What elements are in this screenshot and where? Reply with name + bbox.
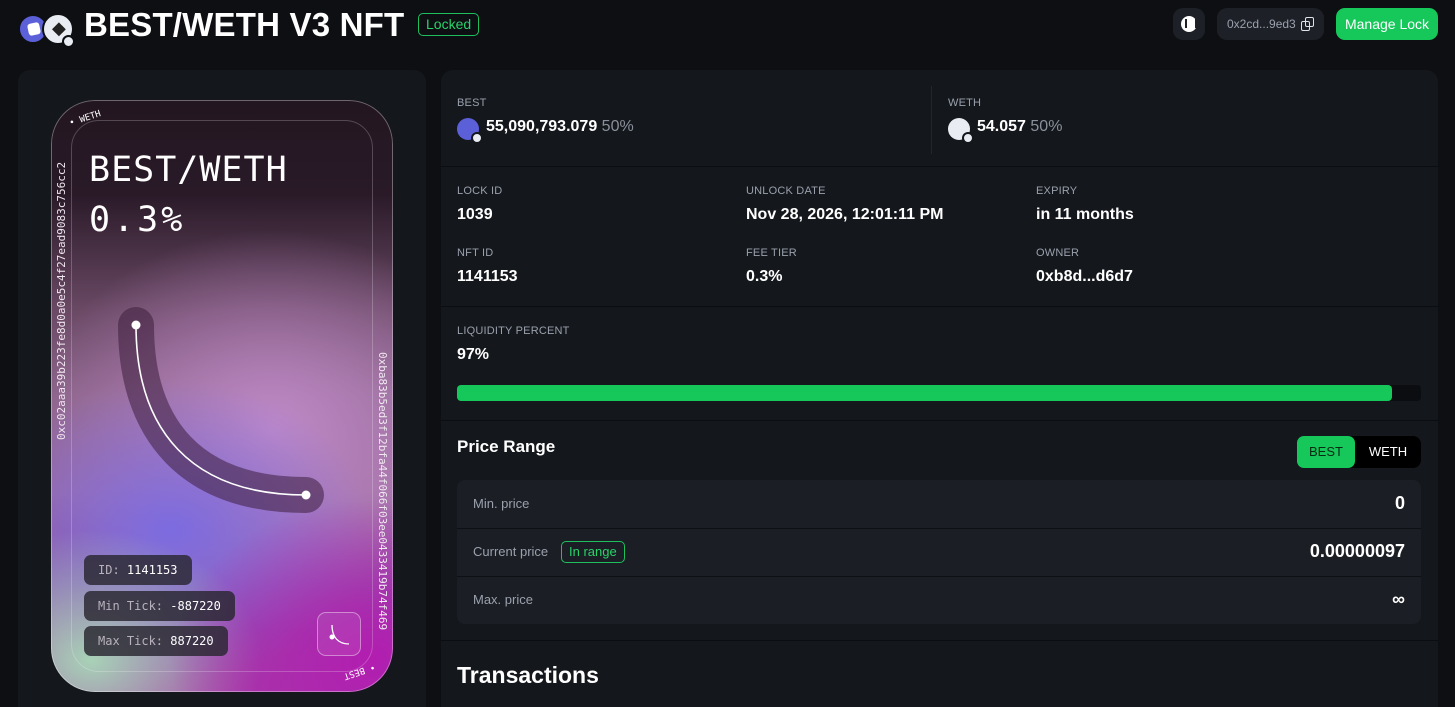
unlock-date-label: UNLOCK DATE bbox=[746, 185, 826, 197]
status-badge: Locked bbox=[418, 13, 480, 36]
chain-icon bbox=[62, 35, 75, 48]
current-price-value: 0.00000097 bbox=[1309, 541, 1405, 561]
token0-amount: 55,090,793.079 50% bbox=[486, 118, 634, 135]
max-price-value: ∞ bbox=[1392, 589, 1405, 609]
nft-id-pill: ID: 1141153 bbox=[84, 555, 192, 585]
current-price-row: Current price In range 0.00000097 bbox=[457, 528, 1421, 576]
current-price-label: Current price bbox=[473, 544, 549, 559]
page-title: BEST/WETH V3 NFT bbox=[84, 6, 405, 43]
weth-token-icon bbox=[948, 118, 974, 144]
nft-id-label: NFT ID bbox=[457, 247, 494, 259]
token1-amount: 54.057 50% bbox=[977, 118, 1063, 135]
max-price-row: Max. price ∞ bbox=[457, 576, 1421, 624]
toggle-weth[interactable]: WETH bbox=[1357, 436, 1419, 468]
expiry-label: EXPIRY bbox=[1036, 185, 1078, 197]
pair-token-icons bbox=[18, 11, 78, 48]
token1-label: WETH bbox=[948, 97, 982, 109]
liquidity-value: 97% bbox=[457, 346, 490, 363]
toggle-best[interactable]: BEST bbox=[1297, 436, 1355, 468]
fee-tier-value: 0.3% bbox=[746, 268, 783, 285]
lock-id-value: 1039 bbox=[457, 206, 493, 223]
nft-id-value: 1141153 bbox=[457, 268, 518, 285]
fee-tier-label: FEE TIER bbox=[746, 247, 797, 259]
lock-details-panel: BEST 55,090,793.079 50% WETH 54.057 50% … bbox=[441, 70, 1438, 707]
token0-label: BEST bbox=[457, 97, 487, 109]
min-price-label: Min. price bbox=[473, 496, 530, 511]
nft-min-tick-pill: Min Tick: -887220 bbox=[84, 591, 235, 621]
nft-card: • WETH • BEST 0xc02aaa39b223fe8d0a0e5c4f… bbox=[51, 100, 393, 692]
liquidity-progress-bar bbox=[457, 385, 1421, 401]
in-range-badge: In range bbox=[561, 541, 625, 563]
wallet-address-button[interactable]: 0x2cd...9ed3 bbox=[1217, 8, 1324, 40]
nft-title: BEST/WETH bbox=[89, 150, 288, 190]
manage-lock-button[interactable]: Manage Lock bbox=[1336, 8, 1438, 40]
nft-max-tick-pill: Max Tick: 887220 bbox=[84, 626, 228, 656]
lock-id-label: LOCK ID bbox=[457, 185, 503, 197]
transactions-title: Transactions bbox=[457, 662, 599, 688]
nft-token1-address: 0xc02aaa39b223fe8d0a0e5c4f27ead9083c756c… bbox=[55, 161, 68, 440]
price-range-title: Price Range bbox=[457, 437, 556, 456]
liquidity-progress-fill bbox=[457, 385, 1393, 401]
owner-value[interactable]: 0xb8d...d6d7 bbox=[1036, 268, 1133, 286]
nft-mini-curve-icon bbox=[317, 612, 361, 656]
price-range-box: Min. price 0 Current price In range 0.00… bbox=[457, 480, 1421, 624]
explorer-icon bbox=[1181, 16, 1197, 32]
best-token-icon bbox=[457, 118, 483, 144]
expiry-value: in 11 months bbox=[1036, 206, 1134, 223]
wallet-address: 0x2cd...9ed3 bbox=[1227, 17, 1296, 31]
nft-fee: 0.3% bbox=[89, 200, 186, 240]
nft-token0-address: 0xba83b5ed3f12bfa44f066f03ee0433419b74f4… bbox=[376, 352, 389, 631]
max-price-label: Max. price bbox=[473, 592, 533, 607]
page-header: BEST/WETH V3 NFT Locked 0x2cd...9ed3 Man… bbox=[0, 0, 1455, 56]
price-token-toggle: BEST WETH bbox=[1297, 436, 1421, 468]
liquidity-label: LIQUIDITY PERCENT bbox=[457, 325, 570, 337]
explorer-button[interactable] bbox=[1173, 8, 1205, 40]
min-price-value: 0 bbox=[1394, 493, 1405, 513]
copy-icon[interactable] bbox=[1301, 17, 1315, 31]
min-price-row: Min. price 0 bbox=[457, 480, 1421, 528]
nft-range-curve bbox=[118, 307, 324, 513]
owner-label: OWNER bbox=[1036, 247, 1080, 259]
unlock-date-value: Nov 28, 2026, 12:01:11 PM bbox=[746, 206, 944, 223]
